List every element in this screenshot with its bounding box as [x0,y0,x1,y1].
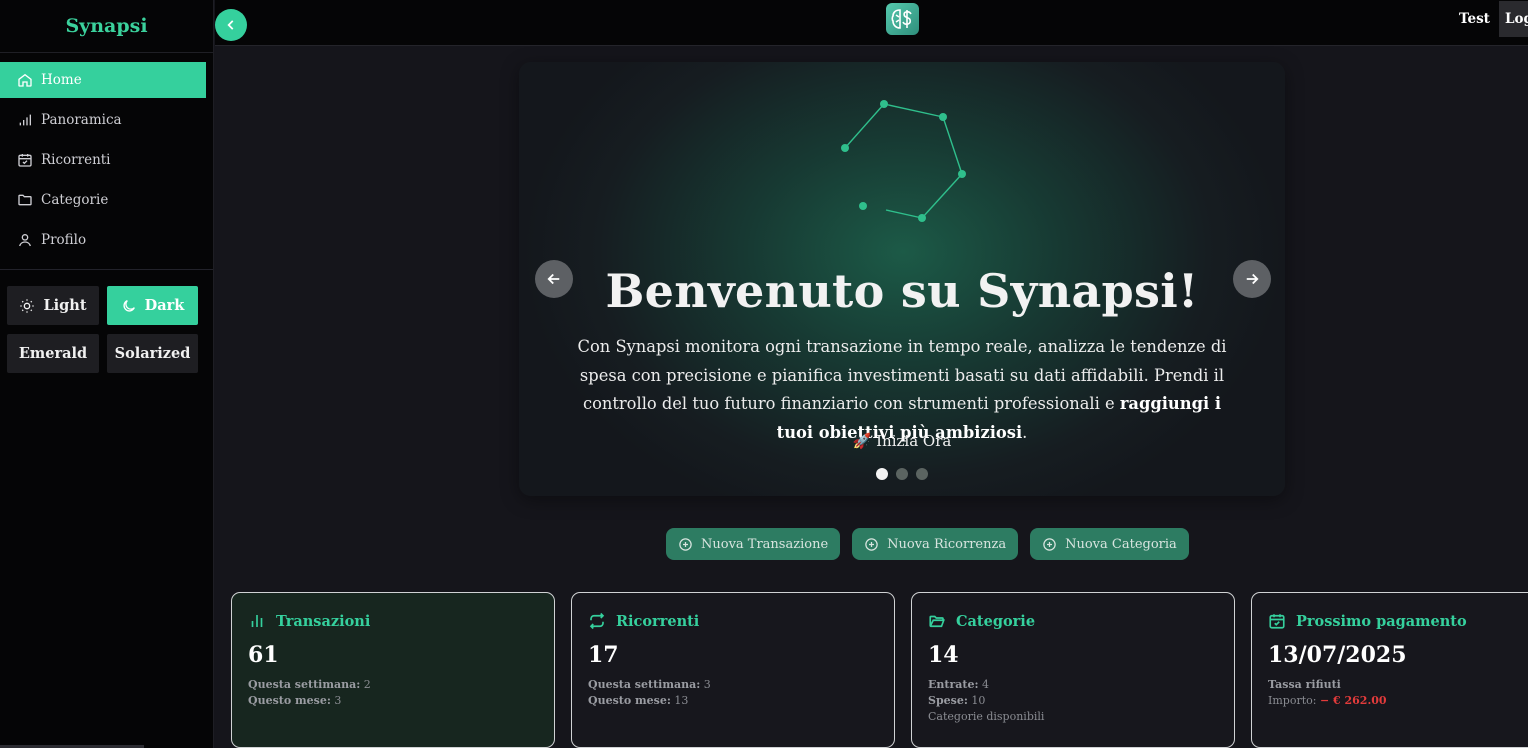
new-recurrence-button[interactable]: Nuova Ricorrenza [852,528,1019,560]
detail-label: Entrate: [928,678,979,691]
detail-label: Questo mese: [248,694,331,707]
theme-emerald-button[interactable]: Emerald [7,334,99,373]
theme-dark-button[interactable]: Dark [107,286,198,325]
moon-icon [121,298,137,314]
detail-value: 2 [363,678,371,691]
carousel-dot[interactable] [916,468,928,480]
repeat-icon [588,612,606,630]
hero-description: Con Synapsi monitora ogni transazione in… [576,333,1228,447]
app-logo[interactable] [886,3,919,35]
sidebar-item-categorie[interactable]: Categorie [0,182,205,218]
action-label: Nuova Categoria [1065,536,1177,552]
home-icon [16,71,34,89]
collapse-sidebar-button[interactable] [215,9,247,41]
card-title: Transazioni [276,612,371,630]
sun-icon [19,298,35,314]
stat-card-categorie[interactable]: Categorie 14 Entrate: 4 Spese: 10 Catego… [911,592,1235,748]
detail-value: 4 [982,678,990,691]
detail-value: 13 [674,694,689,707]
sidebar-item-label: Categorie [41,192,109,208]
rocket-icon: 🚀 [852,432,872,450]
card-header: Ricorrenti [588,612,878,630]
payment-name: Tassa rifiuti [1268,678,1341,691]
theme-light-button[interactable]: Light [7,286,99,325]
folder-open-icon [928,612,946,630]
sidebar-item-label: Panoramica [41,112,122,128]
theme-solarized-button[interactable]: Solarized [107,334,198,373]
new-category-button[interactable]: Nuova Categoria [1030,528,1189,560]
theme-label: Emerald [18,345,88,362]
stat-card-ricorrenti[interactable]: Ricorrenti 17 Questa settimana: 3 Questo… [571,592,895,748]
card-value: 17 [588,642,619,668]
card-value: 61 [248,642,279,668]
sidebar-item-home[interactable]: Home [0,62,206,98]
card-value: 14 [928,642,959,668]
topbar: Test Logout [215,0,1528,46]
user-icon [16,231,34,249]
card-details: Entrate: 4 Spese: 10 Categorie disponibi… [928,677,1218,725]
carousel-dot[interactable] [876,468,888,480]
sidebar-item-label: Ricorrenti [41,152,111,168]
detail-value: 3 [703,678,711,691]
sidebar-item-label: Profilo [41,232,87,248]
theme-label: Dark [144,297,185,314]
payment-amount: − € 262.00 [1319,694,1387,707]
detail-label: Questa settimana: [588,678,701,691]
card-header: Transazioni [248,612,538,630]
cta-label: Inizia Ora [876,432,952,450]
user-name: Test [1459,11,1490,27]
card-details: Tassa rifiuti Importo: − € 262.00 [1268,677,1528,709]
bar-chart-icon [16,111,34,129]
stat-card-transazioni[interactable]: Transazioni 61 Questa settimana: 2 Quest… [231,592,555,748]
calendar-check-icon [1268,612,1286,630]
detail-label: Spese: [928,694,968,707]
chevron-left-icon [227,20,234,30]
calendar-check-icon [16,151,34,169]
sidebar-item-panoramica[interactable]: Panoramica [0,102,205,138]
sidebar-nav: Home Panoramica Ricorrenti Categorie Pro… [0,53,213,258]
plus-circle-icon [1042,537,1057,552]
card-title: Ricorrenti [616,612,700,630]
sidebar-item-label: Home [41,72,82,88]
detail-label: Questo mese: [588,694,671,707]
detail-label: Importo: [1268,694,1317,707]
sidebar-item-profilo[interactable]: Profilo [0,222,205,258]
get-started-link[interactable]: 🚀 Inizia Ora [519,432,1285,450]
stat-card-prossimo-pagamento[interactable]: Prossimo pagamento 13/07/2025 Tassa rifi… [1251,592,1528,748]
sidebar: Synapsi Home Panoramica Ricorrenti Categ… [0,0,214,748]
logout-button[interactable]: Logout [1499,1,1528,37]
new-transaction-button[interactable]: Nuova Transazione [666,528,841,560]
detail-value: 10 [971,694,986,707]
brand-title: Synapsi [0,0,213,53]
theme-label: Light [43,297,87,314]
plus-circle-icon [678,537,693,552]
hero-title: Benvenuto su Synapsi! [605,264,1199,318]
folder-icon [16,191,34,209]
bar-chart-icon [248,612,266,630]
detail-value: 3 [334,694,342,707]
plus-circle-icon [864,537,879,552]
hero-carousel: Benvenuto su Synapsi! Con Synapsi monito… [519,62,1285,496]
card-title: Prossimo pagamento [1296,612,1467,630]
card-value: 13/07/2025 [1268,642,1407,668]
action-label: Nuova Transazione [701,536,829,552]
detail-label: Questa settimana: [248,678,361,691]
card-details: Questa settimana: 2 Questo mese: 3 [248,677,538,709]
card-header: Categorie [928,612,1218,630]
brain-dollar-icon [890,9,912,29]
theme-switcher: Light Dark Emerald Solarized [0,270,213,373]
sidebar-item-ricorrenti[interactable]: Ricorrenti [0,142,205,178]
card-details: Questa settimana: 3 Questo mese: 13 [588,677,878,709]
theme-label: Solarized [114,345,191,362]
quick-actions: Nuova Transazione Nuova Ricorrenza Nuova… [666,528,1189,560]
action-label: Nuova Ricorrenza [887,536,1007,552]
constellation-illustration [841,100,966,222]
card-header: Prossimo pagamento [1268,612,1528,630]
carousel-indicators [876,468,928,480]
card-title: Categorie [956,612,1036,630]
carousel-dot[interactable] [896,468,908,480]
detail-note: Categorie disponibili [928,710,1045,723]
